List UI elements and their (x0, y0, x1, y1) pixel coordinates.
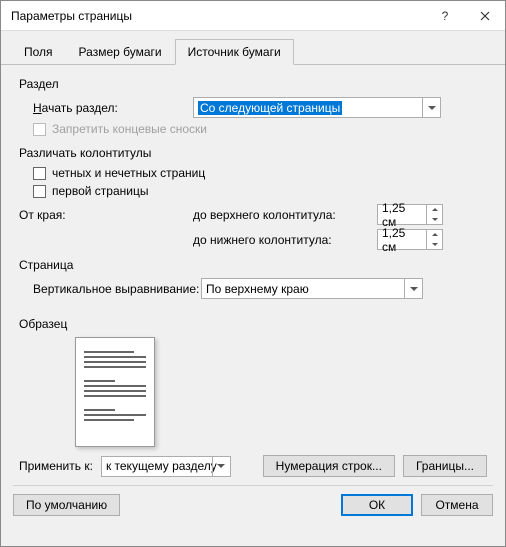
spinner-down-icon[interactable] (427, 215, 442, 225)
valign-label: Вертикальное выравнивание: (33, 282, 201, 296)
tab-fields[interactable]: Поля (11, 39, 66, 65)
section-group-label: Раздел (19, 77, 487, 91)
ok-button[interactable]: ОК (341, 494, 413, 516)
dialog-buttons: По умолчанию ОК Отмена (1, 486, 505, 526)
section-start-label: Начать раздел: (33, 101, 193, 115)
line-numbers-button[interactable]: Нумерация строк... (263, 455, 395, 477)
chevron-down-icon (212, 457, 230, 476)
first-page-checkbox[interactable] (33, 185, 46, 198)
header-distance-spinner[interactable]: 1,25 см (377, 204, 443, 225)
odd-even-checkbox[interactable] (33, 167, 46, 180)
spinner-up-icon[interactable] (427, 205, 442, 215)
titlebar: Параметры страницы ? (1, 1, 505, 31)
footer-distance-label: до нижнего колонтитула: (193, 233, 377, 247)
close-icon (480, 11, 490, 21)
valign-select[interactable]: По верхнему краю (201, 278, 423, 299)
odd-even-label: четных и нечетных страниц (52, 166, 205, 180)
window-title: Параметры страницы (1, 9, 425, 23)
tab-content: Раздел Начать раздел: Со следующей стран… (1, 65, 505, 447)
apply-to-label: Применить к: (19, 459, 93, 473)
tab-paper-size[interactable]: Размер бумаги (66, 39, 175, 65)
spinner-up-icon[interactable] (427, 230, 442, 240)
close-button[interactable] (465, 1, 505, 31)
page-group-label: Страница (19, 258, 487, 272)
chevron-down-icon (404, 279, 422, 298)
borders-button[interactable]: Границы... (403, 455, 487, 477)
apply-row: Применить к: к текущему разделу Нумераци… (1, 447, 505, 485)
tabstrip: Поля Размер бумаги Источник бумаги (1, 31, 505, 65)
page-preview (75, 337, 155, 447)
cancel-button[interactable]: Отмена (421, 494, 493, 516)
help-button[interactable]: ? (425, 1, 465, 31)
suppress-endnotes-checkbox (33, 123, 46, 136)
default-button[interactable]: По умолчанию (13, 494, 120, 516)
suppress-endnotes-label: Запретить концевые сноски (52, 122, 207, 136)
from-edge-label: От края: (19, 208, 193, 222)
headers-group-label: Различать колонтитулы (19, 146, 487, 160)
footer-distance-spinner[interactable]: 1,25 см (377, 229, 443, 250)
apply-to-select[interactable]: к текущему разделу (101, 456, 231, 477)
spinner-down-icon[interactable] (427, 240, 442, 250)
section-start-select[interactable]: Со следующей страницы (193, 97, 441, 118)
tab-paper-source[interactable]: Источник бумаги (175, 39, 294, 65)
chevron-down-icon (422, 98, 440, 117)
first-page-label: первой страницы (52, 184, 148, 198)
header-distance-label: до верхнего колонтитула: (193, 208, 377, 222)
preview-group-label: Образец (19, 317, 487, 331)
